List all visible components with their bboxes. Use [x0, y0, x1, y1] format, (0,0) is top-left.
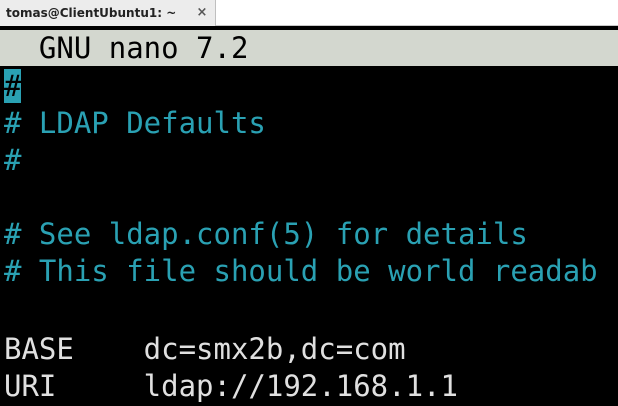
nano-title: GNU nano 7.2 — [4, 31, 249, 65]
tab-title: tomas@ClientUbuntu1: ~ — [6, 6, 177, 20]
editor-line-2[interactable]: # LDAP Defaults — [4, 105, 266, 142]
editor-line-5[interactable]: # See ldap.conf(5) for details — [4, 216, 528, 253]
editor-line-3[interactable]: # — [4, 142, 21, 179]
close-icon[interactable]: × — [194, 4, 210, 20]
nano-title-bar: GNU nano 7.2 — [0, 30, 618, 66]
terminal-window[interactable]: GNU nano 7.2 # # LDAP Defaults # # See l… — [0, 30, 618, 406]
editor-line-6[interactable]: # This file should be world readab — [4, 253, 598, 290]
cursor: # — [4, 69, 22, 103]
editor-line-1[interactable]: # — [4, 68, 22, 105]
editor-line-9[interactable]: URI ldap://192.168.1.1 — [4, 368, 458, 405]
tab-bar: tomas@ClientUbuntu1: ~ × — [0, 0, 618, 26]
terminal-tab[interactable]: tomas@ClientUbuntu1: ~ × — [0, 0, 216, 26]
editor-line-8[interactable]: BASE dc=smx2b,dc=com — [4, 331, 406, 368]
